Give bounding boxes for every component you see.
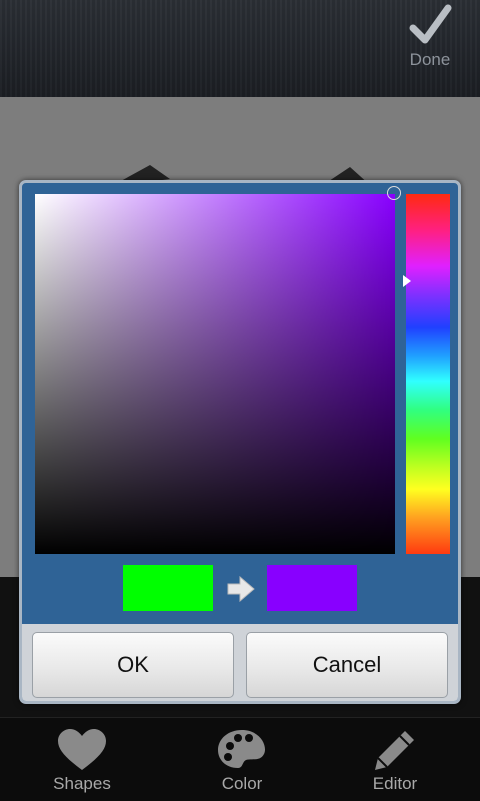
palette-icon [218, 730, 266, 768]
hue-pointer[interactable] [403, 275, 411, 287]
saturation-value-cursor[interactable] [387, 186, 401, 200]
hue-slider[interactable] [406, 194, 450, 554]
nav-color[interactable]: Color [182, 728, 302, 800]
color-picker-dialog: OK Cancel [19, 180, 461, 704]
bottom-nav: Shapes Color Editor [0, 717, 480, 801]
saturation-value-picker[interactable] [35, 194, 395, 554]
top-bar: Done [0, 0, 480, 97]
heart-icon [58, 729, 106, 770]
nav-editor[interactable]: Editor [335, 728, 455, 800]
pencil-icon [375, 731, 414, 770]
nav-color-label: Color [221, 774, 263, 793]
done-button[interactable]: Done [400, 4, 460, 74]
arrow-right-icon [227, 576, 255, 602]
nav-editor-label: Editor [372, 774, 418, 793]
dialog-button-bar: OK Cancel [22, 624, 458, 701]
cancel-button[interactable]: Cancel [246, 632, 448, 698]
new-color-swatch [267, 565, 357, 611]
nav-shapes[interactable]: Shapes [22, 728, 142, 800]
checkmark-icon [409, 4, 452, 44]
old-color-swatch [123, 565, 213, 611]
ok-button[interactable]: OK [32, 632, 234, 698]
nav-shapes-label: Shapes [53, 774, 111, 793]
done-label: Done [409, 50, 451, 69]
